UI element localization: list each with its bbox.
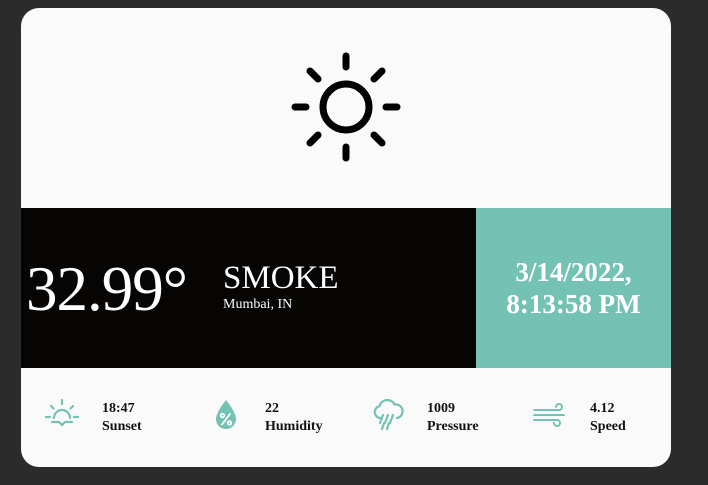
sun-icon (291, 52, 401, 162)
sunset-label: Sunset (102, 419, 142, 434)
wind-label: Speed (590, 419, 626, 434)
pressure-label: Pressure (427, 419, 479, 434)
humidity-label: Humidity (265, 419, 323, 434)
pressure-value: 1009 (427, 401, 455, 416)
date: 3/14/2022, (515, 257, 632, 287)
current-conditions-panel: 32.99° SMOKE Mumbai, IN (21, 208, 476, 368)
datetime-panel: 3/14/2022, 8:13:58 PM (476, 208, 671, 368)
weather-icon-area (21, 8, 671, 208)
sunset-text: 18:47 Sunset (102, 400, 142, 436)
pressure-icon (373, 398, 404, 431)
temperature: 32.99° (26, 254, 188, 324)
humidity-icon (216, 400, 236, 429)
wind-icon (533, 403, 565, 427)
datetime: 3/14/2022, 8:13:58 PM (506, 256, 640, 320)
weather-summary-band: 32.99° SMOKE Mumbai, IN 3/14/2022, 8:13:… (21, 208, 671, 368)
sunset-value: 18:47 (102, 401, 135, 416)
humidity-value: 22 (265, 401, 279, 416)
humidity-text: 22 Humidity (265, 400, 323, 436)
pressure-text: 1009 Pressure (427, 400, 479, 436)
weather-card: 32.99° SMOKE Mumbai, IN 3/14/2022, 8:13:… (21, 8, 671, 467)
sunset-icon (45, 398, 79, 427)
weather-description: SMOKE (223, 260, 339, 296)
stats-row: 18:47 Sunset 22 Humidity 1009 Pressure 4… (21, 368, 671, 467)
condition-block: SMOKE Mumbai, IN (223, 260, 339, 313)
location: Mumbai, IN (223, 297, 293, 312)
wind-text: 4.12 Speed (590, 400, 626, 436)
time: 8:13:58 PM (506, 289, 641, 319)
wind-value: 4.12 (590, 401, 615, 416)
